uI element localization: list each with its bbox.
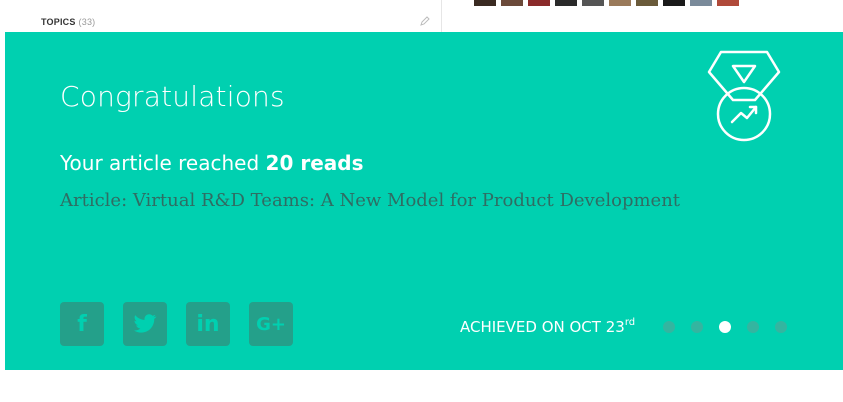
avatar[interactable] xyxy=(663,0,685,6)
pagination-dot[interactable] xyxy=(691,321,703,333)
social-share-bar: f in G+ xyxy=(60,302,293,346)
avatar[interactable] xyxy=(528,0,550,6)
google-plus-share-button[interactable]: G+ xyxy=(249,302,293,346)
linkedin-share-button[interactable]: in xyxy=(186,302,230,346)
top-bar: TOPICS (33) xyxy=(0,0,843,34)
achieved-suffix: rd xyxy=(624,317,636,328)
twitter-icon xyxy=(134,314,157,333)
google-plus-icon: G+ xyxy=(256,313,286,335)
reads-prefix: Your article reached xyxy=(60,151,266,175)
achieved-date: ACHIEVED ON OCT 23rd xyxy=(460,317,635,336)
twitter-share-button[interactable] xyxy=(123,302,167,346)
avatar[interactable] xyxy=(501,0,523,6)
medal-trending-up-icon xyxy=(707,50,781,142)
achievement-card: Congratulations Your article reached 20 … xyxy=(5,32,843,370)
topics-heading: TOPICS (33) xyxy=(41,17,95,27)
avatar[interactable] xyxy=(582,0,604,6)
facebook-icon: f xyxy=(77,311,87,337)
avatar[interactable] xyxy=(474,0,496,6)
avatars-panel xyxy=(444,0,773,34)
pagination-dot[interactable] xyxy=(775,321,787,333)
card-title: Congratulations xyxy=(60,80,285,113)
avatar[interactable] xyxy=(717,0,739,6)
avatar[interactable] xyxy=(609,0,631,6)
linkedin-icon: in xyxy=(196,311,220,337)
facebook-share-button[interactable]: f xyxy=(60,302,104,346)
pagination-dot[interactable] xyxy=(663,321,675,333)
avatar[interactable] xyxy=(555,0,577,6)
topics-count: (33) xyxy=(78,17,96,27)
pagination-dots xyxy=(663,321,787,333)
achieved-text: ACHIEVED ON OCT 23 xyxy=(460,318,625,336)
topics-panel: TOPICS (33) xyxy=(14,0,442,34)
article-title: Article: Virtual R&D Teams: A New Model … xyxy=(60,190,681,211)
reads-value: 20 reads xyxy=(265,151,364,175)
avatar[interactable] xyxy=(690,0,712,6)
pencil-icon[interactable] xyxy=(419,15,431,27)
pagination-dot[interactable] xyxy=(719,321,731,333)
pagination-dot[interactable] xyxy=(747,321,759,333)
reads-line: Your article reached 20 reads xyxy=(60,151,363,175)
avatar[interactable] xyxy=(636,0,658,6)
topics-label: TOPICS xyxy=(41,17,76,27)
avatar-strip xyxy=(474,0,739,6)
